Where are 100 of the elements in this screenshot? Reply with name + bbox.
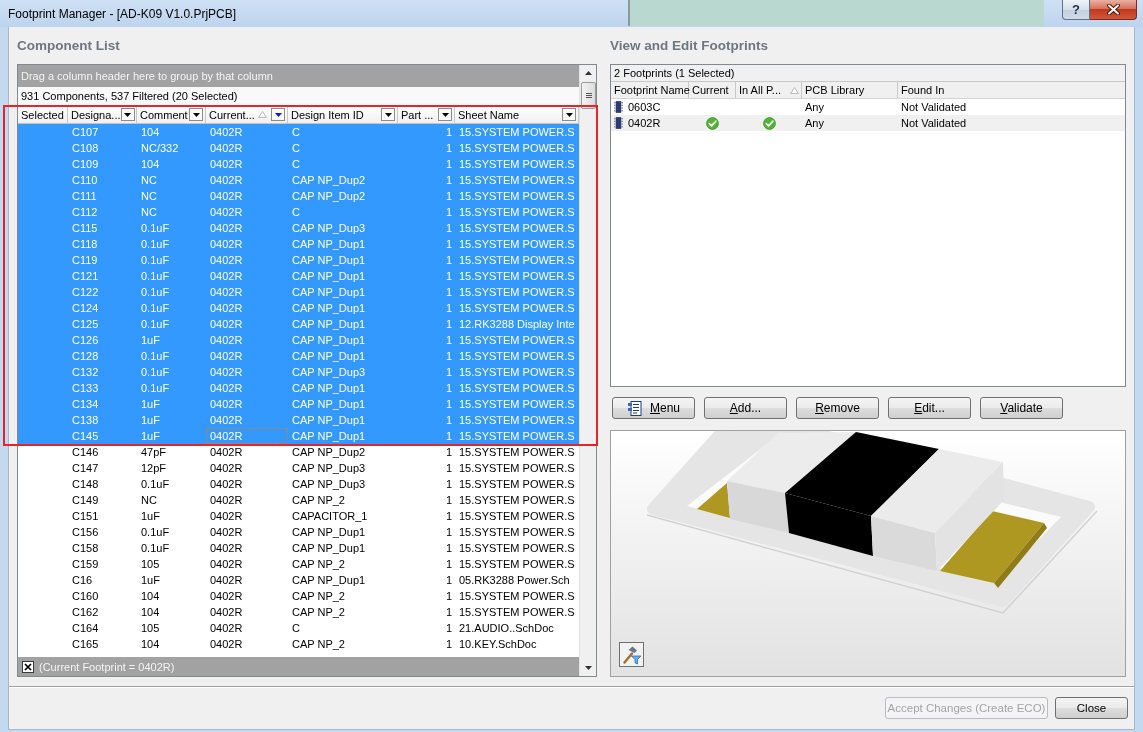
table-cell-text: CAP NP_2 xyxy=(291,493,346,508)
table-cell-text: 1uF xyxy=(140,333,161,348)
table-cell-text: 12pF xyxy=(140,461,168,476)
close-icon[interactable] xyxy=(22,660,34,673)
column-header[interactable]: Design Item ID xyxy=(291,108,364,121)
chip-icon xyxy=(614,117,623,129)
table-cell-text: 05.RK3288 Power.Sch xyxy=(458,573,571,588)
column-header[interactable]: Current xyxy=(692,84,729,96)
table-cell-text: CAP NP_Dup1 xyxy=(291,381,367,396)
table-row[interactable]: C160 104 0402R CAP NP_2 1 15.SYSTEM POWER.S xyxy=(18,588,579,604)
table-cell-text: 0402R xyxy=(209,365,244,380)
table-cell-text: 1uF xyxy=(140,413,161,428)
table-cell-text: 0.1uF xyxy=(140,525,171,540)
table-cell-text: 15.SYSTEM POWER.S xyxy=(458,557,576,572)
table-cell-text: 1 xyxy=(444,557,453,572)
help-button[interactable]: ? xyxy=(1062,0,1090,20)
column-header[interactable]: Current... xyxy=(209,108,255,121)
table-cell-text: 1 xyxy=(444,429,453,444)
table-cell-text: 0402R xyxy=(209,253,244,268)
table-row[interactable]: C165 104 0402R CAP NP_2 1 10.KEY.SchDoc xyxy=(18,636,579,652)
dialog-button[interactable]: Close xyxy=(1055,697,1128,719)
table-cell-text: 0402R xyxy=(209,397,244,412)
filter-text: (Current Footprint = 0402R) xyxy=(39,660,175,673)
table-cell-text: 1 xyxy=(444,221,453,236)
filter-dropdown-button[interactable] xyxy=(189,108,203,121)
table-cell-text: 0.1uF xyxy=(140,285,171,300)
scrollbar-track[interactable] xyxy=(579,65,596,676)
table-cell-text: 0402R xyxy=(209,141,244,156)
scrollbar-thumb[interactable] xyxy=(580,82,596,109)
action-button[interactable]: Remove xyxy=(796,397,879,419)
table-cell-text: 15.SYSTEM POWER.S xyxy=(458,253,576,268)
table-cell-text: CAP NP_Dup1 xyxy=(291,301,367,316)
table-cell-text: C107 xyxy=(71,125,100,140)
table-cell-text: C121 xyxy=(71,269,100,284)
filter-dropdown-button[interactable] xyxy=(438,108,452,121)
table-cell-text: 1 xyxy=(444,525,453,540)
table-row[interactable]: 0603C Any Not Validated xyxy=(611,99,1125,115)
column-header[interactable]: Designa... xyxy=(71,108,121,121)
table-cell-text: CAP NP_Dup1 xyxy=(291,541,367,556)
table-cell-text: C xyxy=(291,205,301,220)
table-cell-text: C108 xyxy=(71,141,100,156)
table-cell-text: C110 xyxy=(71,173,99,188)
action-button[interactable]: Menu xyxy=(612,397,695,419)
table-cell-text: 1 xyxy=(444,141,453,156)
table-cell-text: C162 xyxy=(71,605,100,620)
table-row[interactable]: 0402R Any Not Validated xyxy=(611,115,1125,131)
table-cell-text: 15.SYSTEM POWER.S xyxy=(458,285,576,300)
window-title: Footprint Manager - [AD-K09 V1.0.PrjPCB] xyxy=(8,6,237,21)
table-row[interactable]: C162 104 0402R CAP NP_2 1 15.SYSTEM POWER.S xyxy=(18,604,579,620)
table-cell-text: C111 xyxy=(71,189,98,204)
table-cell-text: 1 xyxy=(444,125,453,140)
filter-dropdown-button[interactable] xyxy=(562,108,576,121)
table-row[interactable]: C16 1uF 0402R CAP NP_Dup1 1 05.RK3288 Power.Sch xyxy=(18,572,579,588)
table-row[interactable]: C158 0.1uF 0402R CAP NP_Dup1 1 15.SYSTEM POWER.S xyxy=(18,540,579,556)
table-cell-text: 0402R xyxy=(209,381,244,396)
table-cell-text: 15.SYSTEM POWER.S xyxy=(458,541,576,556)
table-cell-text: 1 xyxy=(444,493,453,508)
table-cell-text: 0402R xyxy=(209,461,244,476)
table-row[interactable]: C156 0.1uF 0402R CAP NP_Dup1 1 15.SYSTEM POWER.S xyxy=(18,524,579,540)
column-header[interactable]: Part ... xyxy=(401,108,434,121)
table-row[interactable]: C151 1uF 0402R CAPACITOR_1 1 15.SYSTEM POWER.S xyxy=(18,508,579,524)
action-button[interactable]: Add... xyxy=(704,397,787,419)
filter-dropdown-button[interactable] xyxy=(271,108,285,121)
table-cell-text: 1 xyxy=(444,381,453,396)
table-cell-text: C112 xyxy=(71,205,99,220)
table-row[interactable]: C159 105 0402R CAP NP_2 1 15.SYSTEM POWER.S xyxy=(18,556,579,572)
table-cell-text: CAP NP_Dup1 xyxy=(291,333,367,348)
table-cell-text: 0.1uF xyxy=(140,477,171,492)
table-cell-text: 0402R xyxy=(209,269,244,284)
column-header[interactable]: Found In xyxy=(901,84,945,96)
filter-dropdown-button[interactable] xyxy=(120,108,135,121)
close-button[interactable] xyxy=(1090,0,1137,20)
column-header[interactable]: Selected xyxy=(21,108,64,121)
table-cell-text: 0402R xyxy=(209,493,244,508)
column-header[interactable]: Footprint Name xyxy=(614,84,690,96)
table-cell-text: C151 xyxy=(71,509,100,524)
column-header[interactable]: Comment xyxy=(140,108,188,121)
table-cell-text: 15.SYSTEM POWER.S xyxy=(458,429,576,444)
table-cell-text: 1 xyxy=(444,573,453,588)
table-row[interactable]: C148 0.1uF 0402R CAP NP_Dup3 1 15.SYSTEM POWER.S xyxy=(18,476,579,492)
preview-tool-button[interactable] xyxy=(619,642,644,667)
action-button[interactable]: Validate xyxy=(980,397,1063,419)
table-cell-text: CAP NP_Dup2 xyxy=(291,173,367,188)
table-cell-text: C134 xyxy=(71,397,100,412)
column-header[interactable]: In All P... xyxy=(739,84,781,96)
table-row[interactable]: C149 NC 0402R CAP NP_2 1 15.SYSTEM POWER.S xyxy=(18,492,579,508)
table-cell-text: C109 xyxy=(71,157,100,172)
table-cell-text: 1uF xyxy=(140,429,161,444)
table-cell-text: 0.1uF xyxy=(140,301,171,316)
table-row[interactable]: C147 12pF 0402R CAP NP_Dup3 1 15.SYSTEM POWER.S xyxy=(18,460,579,476)
table-cell-text: 1 xyxy=(444,509,453,524)
table-row[interactable]: C146 47pF 0402R CAP NP_Dup2 1 15.SYSTEM POWER.S xyxy=(18,444,579,460)
table-row[interactable]: C164 105 0402R C 1 21.AUDIO..SchDoc xyxy=(18,620,579,636)
column-header[interactable]: Sheet Name xyxy=(458,108,520,121)
action-button[interactable]: Edit... xyxy=(888,397,971,419)
table-cell-text: 0402R xyxy=(209,621,244,636)
table-cell-text: 1 xyxy=(444,301,453,316)
column-header[interactable]: PCB Library xyxy=(805,84,865,96)
filter-dropdown-button[interactable] xyxy=(381,108,395,121)
section-title: Component List xyxy=(17,37,120,55)
